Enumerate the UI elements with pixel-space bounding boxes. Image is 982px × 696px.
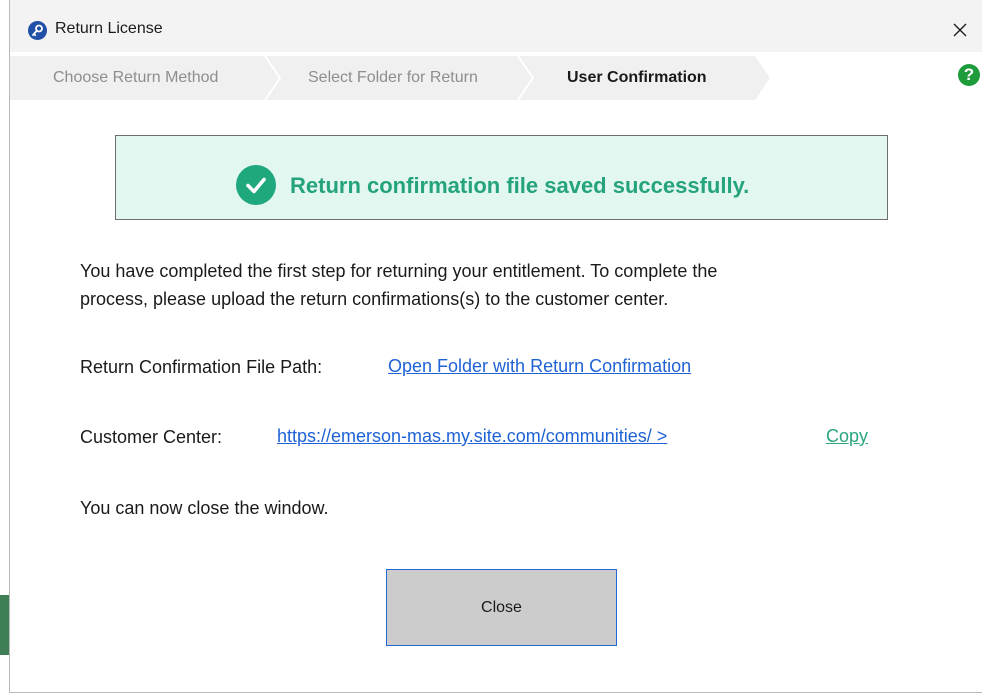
step-choose-return-method: Choose Return Method	[53, 69, 219, 86]
step-select-folder: Select Folder for Return	[308, 69, 478, 86]
customer-center-label: Customer Center:	[80, 427, 223, 447]
intro-text: You have completed the first step for re…	[80, 257, 717, 313]
customer-center-link[interactable]: https://emerson-mas.my.site.com/communit…	[277, 426, 667, 447]
app-key-icon	[28, 21, 47, 40]
window-title: Return License	[55, 20, 163, 37]
background-window-edge	[0, 595, 9, 655]
success-message: Return confirmation file saved successfu…	[290, 173, 750, 198]
copy-link[interactable]: Copy	[826, 426, 868, 447]
success-banner: Return confirmation file saved successfu…	[115, 135, 888, 220]
check-circle-icon	[236, 165, 276, 205]
help-icon[interactable]: ?	[958, 64, 980, 86]
close-button[interactable]: Close	[386, 569, 617, 646]
open-folder-link[interactable]: Open Folder with Return Confirmation	[388, 356, 691, 377]
step-user-confirmation: User Confirmation	[567, 69, 707, 86]
intro-line-1: You have completed the first step for re…	[80, 261, 718, 281]
wizard-step-bar: Choose Return Method Select Folder for R…	[10, 56, 772, 100]
return-license-dialog: Return License Choose Return Method Sele…	[9, 0, 982, 693]
window-close-icon[interactable]	[944, 14, 976, 46]
close-note: You can now close the window.	[80, 498, 329, 518]
title-bar: Return License	[10, 0, 982, 52]
file-path-label: Return Confirmation File Path:	[80, 357, 323, 377]
intro-line-2: process, please upload the return confir…	[80, 289, 669, 309]
